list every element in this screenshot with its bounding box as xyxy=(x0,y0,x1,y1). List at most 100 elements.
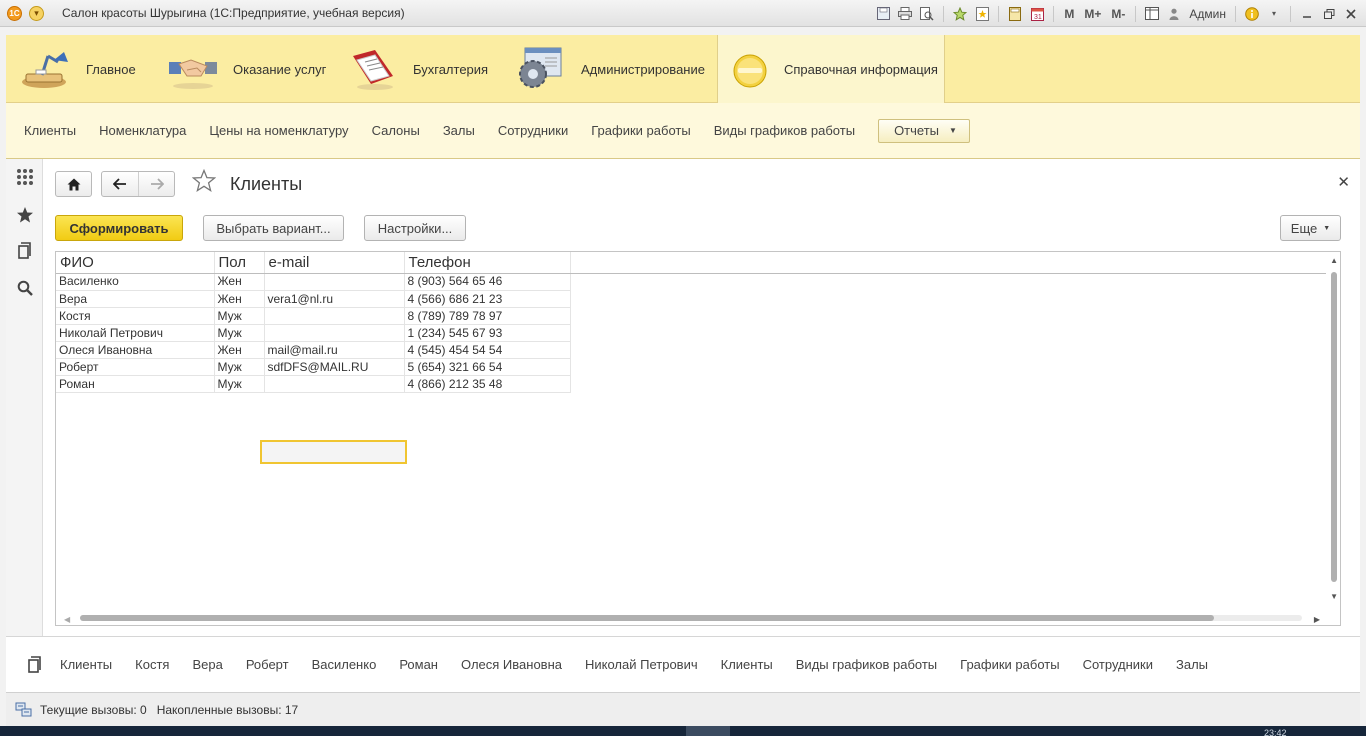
selected-cell[interactable] xyxy=(260,440,407,464)
nav-item-halls[interactable]: Залы xyxy=(443,123,475,138)
section-accounting[interactable]: Бухгалтерия xyxy=(333,35,501,103)
cell-phone[interactable]: 8 (789) 789 78 97 xyxy=(404,307,571,325)
cell-email[interactable] xyxy=(264,307,405,325)
report-spreadsheet[interactable]: ФИО Пол e-mail Телефон Василенко Жен 8 (… xyxy=(55,251,1341,626)
generate-button[interactable]: Сформировать xyxy=(55,215,183,241)
cell-email[interactable] xyxy=(264,375,405,393)
history-item[interactable]: Василенко xyxy=(312,657,377,672)
cell-gender[interactable]: Муж xyxy=(214,375,265,393)
cell-gender[interactable]: Жен xyxy=(214,273,265,291)
history-item[interactable]: Сотрудники xyxy=(1083,657,1153,672)
table-row[interactable]: Вера Жен vera1@nl.ru 4 (566) 686 21 23 xyxy=(56,290,571,308)
memory-button[interactable]: M xyxy=(1061,7,1077,21)
vertical-scrollbar[interactable] xyxy=(1331,272,1337,582)
panels-icon[interactable] xyxy=(1143,5,1161,23)
table-row[interactable]: Николай Петрович Муж 1 (234) 545 67 93 xyxy=(56,324,571,342)
history-item[interactable]: Вера xyxy=(192,657,222,672)
history-item[interactable]: Залы xyxy=(1176,657,1208,672)
history-item[interactable]: Олеся Ивановна xyxy=(461,657,562,672)
history-item[interactable]: Графики работы xyxy=(960,657,1059,672)
nav-item-schedules[interactable]: Графики работы xyxy=(591,123,690,138)
history-item[interactable]: Костя xyxy=(135,657,169,672)
cell-email[interactable]: mail@mail.ru xyxy=(264,341,405,359)
close-window-icon[interactable] xyxy=(1342,5,1360,23)
table-row[interactable]: Роберт Муж sdfDFS@MAIL.RU 5 (654) 321 66… xyxy=(56,358,571,376)
cell-gender[interactable]: Муж xyxy=(214,307,265,325)
reports-dropdown[interactable]: Отчеты ▼ xyxy=(878,118,970,143)
taskbar-active-app[interactable] xyxy=(686,726,730,736)
cell-name[interactable]: Роберт xyxy=(56,358,215,376)
user-name[interactable]: Админ xyxy=(1187,7,1228,21)
history-item[interactable]: Виды графиков работы xyxy=(796,657,937,672)
1c-logo-icon[interactable]: 1С xyxy=(7,6,22,21)
cell-phone[interactable]: 8 (903) 564 65 46 xyxy=(404,273,571,291)
table-row[interactable]: Роман Муж 4 (866) 212 35 48 xyxy=(56,375,571,393)
nav-item-schedule-types[interactable]: Виды графиков работы xyxy=(714,123,855,138)
add-favorite-icon[interactable] xyxy=(951,5,969,23)
section-reference-info[interactable]: Справочная информация xyxy=(717,35,945,104)
minimize-icon[interactable] xyxy=(1298,5,1316,23)
forward-button[interactable] xyxy=(138,172,174,196)
cell-gender[interactable]: Жен xyxy=(214,290,265,308)
cell-gender[interactable]: Муж xyxy=(214,324,265,342)
cell-name[interactable]: Олеся Ивановна xyxy=(56,341,215,359)
history-item[interactable]: Роман xyxy=(399,657,438,672)
column-header-phone[interactable]: Телефон xyxy=(404,252,571,273)
scroll-up-icon[interactable]: ▲ xyxy=(1330,256,1338,265)
nav-item-prices[interactable]: Цены на номенклатуру xyxy=(209,123,348,138)
save-icon[interactable] xyxy=(874,5,892,23)
history-icon[interactable] xyxy=(15,241,35,261)
scroll-left-icon[interactable]: ◀ xyxy=(64,615,70,624)
cell-phone[interactable]: 1 (234) 545 67 93 xyxy=(404,324,571,342)
search-icon[interactable] xyxy=(15,278,35,298)
calculator-icon[interactable] xyxy=(1006,5,1024,23)
nav-item-clients[interactable]: Клиенты xyxy=(24,123,76,138)
cell-gender[interactable]: Жен xyxy=(214,341,265,359)
cell-name[interactable]: Василенко xyxy=(56,273,215,291)
restore-icon[interactable] xyxy=(1320,5,1338,23)
home-button[interactable] xyxy=(55,171,92,197)
favorites-icon[interactable] xyxy=(973,5,991,23)
scroll-right-icon[interactable]: ▶ xyxy=(1314,615,1320,624)
chevron-down-icon[interactable]: ▾ xyxy=(1265,5,1283,23)
print-preview-icon[interactable] xyxy=(918,5,936,23)
info-icon[interactable] xyxy=(1243,5,1261,23)
favorite-star-icon[interactable] xyxy=(191,168,217,200)
calendar-icon[interactable]: 31 xyxy=(1028,5,1046,23)
cell-phone[interactable]: 4 (566) 686 21 23 xyxy=(404,290,571,308)
table-row[interactable]: Василенко Жен 8 (903) 564 65 46 xyxy=(56,273,571,291)
column-header-email[interactable]: e-mail xyxy=(264,252,405,273)
cell-name[interactable]: Роман xyxy=(56,375,215,393)
cell-gender[interactable]: Муж xyxy=(214,358,265,376)
horizontal-scrollbar[interactable] xyxy=(80,615,1214,621)
settings-button[interactable]: Настройки... xyxy=(364,215,466,241)
cell-email[interactable]: vera1@nl.ru xyxy=(264,290,405,308)
section-services[interactable]: Оказание услуг xyxy=(153,35,333,103)
open-windows-icon[interactable] xyxy=(26,655,44,674)
back-button[interactable] xyxy=(102,172,138,196)
memory-add-button[interactable]: M+ xyxy=(1081,7,1104,21)
print-icon[interactable] xyxy=(896,5,914,23)
more-dropdown[interactable]: Еще ▼ xyxy=(1280,215,1341,241)
server-calls-icon[interactable] xyxy=(14,700,34,720)
section-administration[interactable]: Администрирование xyxy=(501,35,717,103)
history-item[interactable]: Роберт xyxy=(246,657,289,672)
nav-item-nomenclature[interactable]: Номенклатура xyxy=(99,123,186,138)
column-header-name[interactable]: ФИО xyxy=(56,252,215,273)
nav-item-salons[interactable]: Салоны xyxy=(372,123,420,138)
column-header-gender[interactable]: Пол xyxy=(214,252,265,273)
choose-variant-button[interactable]: Выбрать вариант... xyxy=(203,215,344,241)
history-item[interactable]: Клиенты xyxy=(721,657,773,672)
cell-name[interactable]: Вера xyxy=(56,290,215,308)
cell-phone[interactable]: 4 (545) 454 54 54 xyxy=(404,341,571,359)
user-icon[interactable] xyxy=(1165,5,1183,23)
nav-item-employees[interactable]: Сотрудники xyxy=(498,123,568,138)
history-item[interactable]: Николай Петрович xyxy=(585,657,698,672)
all-functions-icon[interactable] xyxy=(15,167,35,187)
cell-name[interactable]: Николай Петрович xyxy=(56,324,215,342)
table-row[interactable]: Костя Муж 8 (789) 789 78 97 xyxy=(56,307,571,325)
cell-phone[interactable]: 5 (654) 321 66 54 xyxy=(404,358,571,376)
section-main[interactable]: Главное xyxy=(6,35,153,103)
table-row[interactable]: Олеся Ивановна Жен mail@mail.ru 4 (545) … xyxy=(56,341,571,359)
cell-email[interactable] xyxy=(264,273,405,291)
